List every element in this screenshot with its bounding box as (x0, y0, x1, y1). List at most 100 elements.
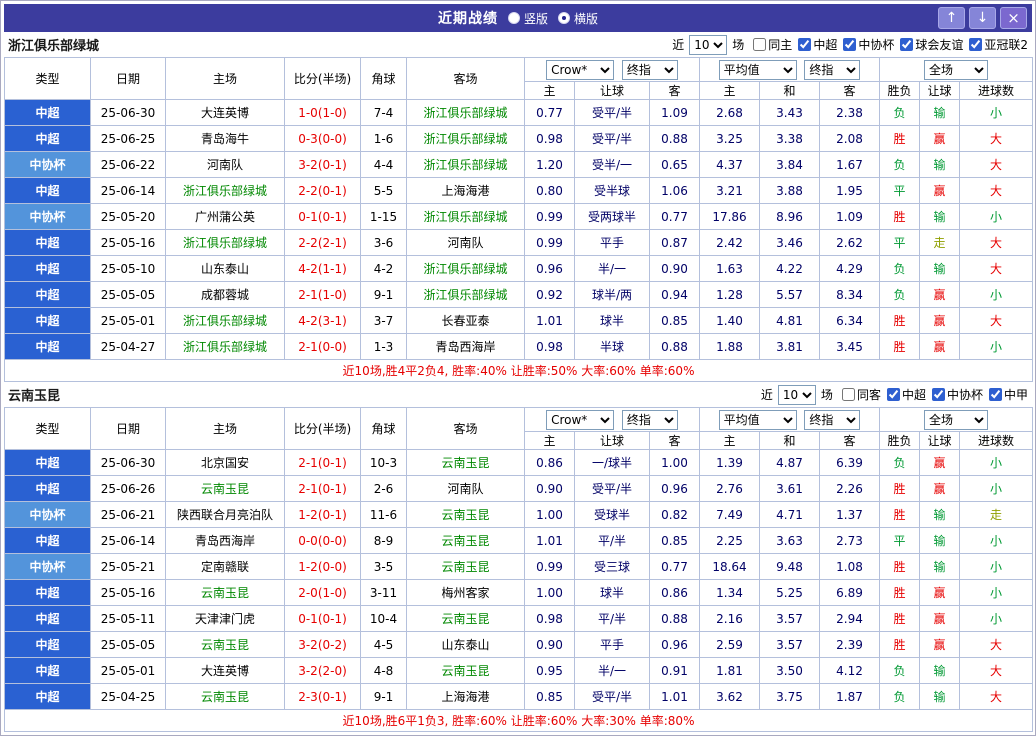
handicap-odds-header: Crow* 终指 (524, 57, 700, 82)
avg-odds-draw: 3.81 (759, 333, 820, 360)
scope-select[interactable]: 全场 (924, 409, 989, 430)
results-table: 类型 日期 主场 比分(半场) 角球 客场 Crow* 终指 平均值 终指 全场 (3, 407, 1034, 732)
match-row: 中超 25-05-01 大连英博 3-2(2-0) 4-8 云南玉昆 0.95 半/一 0.91… (4, 657, 1034, 684)
average-select[interactable]: 平均值 (718, 409, 797, 430)
avg-odds-home: 17.86 (699, 203, 760, 230)
col-type: 类型 (4, 407, 91, 450)
corner-score: 11-6 (360, 501, 407, 528)
corner-score: 3-5 (360, 553, 407, 580)
match-row: 中协杯 25-05-21 定南赣联 1-2(0-0) 3-5 云南玉昆 0.99 受三球 0.7… (4, 553, 1034, 580)
win-draw-loss-result: 胜 (879, 605, 921, 632)
goals-result: 小 (959, 333, 1034, 360)
layout-option-vertical[interactable]: 竖版 (507, 10, 548, 27)
scope-select[interactable]: 全场 (924, 59, 989, 80)
handicap-line: 受两球半 (574, 203, 650, 230)
checkbox-label: 亚冠联2 (984, 37, 1028, 52)
checkbox-input[interactable] (988, 387, 1002, 401)
checkbox-input[interactable] (886, 387, 900, 401)
results-table: 类型 日期 主场 比分(半场) 角球 客场 Crow* 终指 平均值 终指 全场 (3, 57, 1034, 382)
checkbox-input[interactable] (798, 37, 812, 51)
win-draw-loss-result: 平 (879, 527, 921, 554)
match-row: 中超 25-05-16 浙江俱乐部绿城 2-2(2-1) 3-6 河南队 0.99 平手 0.8… (4, 229, 1034, 256)
filter-checkbox[interactable]: 中甲 (988, 386, 1028, 403)
avg-odds-away: 2.73 (818, 527, 881, 554)
filter-checkbox[interactable]: 中超 (798, 36, 837, 53)
avg-time-select[interactable]: 终指 (804, 409, 861, 430)
score: 0-1(0-1) (284, 605, 361, 632)
league-type: 中超 (4, 229, 91, 256)
score: 3-2(0-2) (284, 631, 361, 658)
match-date: 25-06-30 (90, 449, 166, 476)
handicap-odds-home: 0.95 (524, 657, 575, 684)
odds-time-select[interactable]: 终指 (621, 409, 678, 430)
away-team: 浙江俱乐部绿城 (406, 255, 525, 282)
average-select[interactable]: 平均值 (718, 59, 797, 80)
score: 2-1(0-1) (284, 475, 361, 502)
avg-time-select[interactable]: 终指 (804, 59, 861, 80)
avg-odds-home: 2.59 (699, 631, 760, 658)
bookmaker-select[interactable]: Crow* (546, 59, 615, 80)
avg-odds-away: 2.26 (818, 475, 881, 502)
handicap-odds-home: 1.00 (524, 579, 575, 606)
handicap-odds-home: 0.96 (524, 255, 575, 282)
match-row: 中超 25-05-10 山东泰山 4-2(1-1) 4-2 浙江俱乐部绿城 0.96 半/一 0… (4, 255, 1034, 282)
filter-checkbox[interactable]: 同客 (841, 386, 881, 403)
col-away: 客场 (406, 57, 525, 100)
bookmaker-select[interactable]: Crow* (546, 409, 615, 430)
checkbox-input[interactable] (841, 387, 855, 401)
checkbox-input[interactable] (931, 387, 945, 401)
avg-odds-away: 2.38 (818, 99, 881, 126)
home-team: 河南队 (165, 151, 285, 178)
checkbox-input[interactable] (843, 37, 857, 51)
handicap-line: 受平/半 (574, 99, 650, 126)
avg-odds-home: 2.16 (699, 605, 760, 632)
corner-score: 4-8 (360, 657, 407, 684)
filter-checkbox[interactable]: 中超 (886, 386, 926, 403)
subcol-line-result: 让球 (919, 81, 961, 100)
score: 1-2(0-1) (284, 501, 361, 528)
radio-label: 竖版 (523, 11, 548, 26)
avg-odds-away: 4.29 (818, 255, 881, 282)
filter-checkbox[interactable]: 亚冠联2 (969, 36, 1028, 53)
handicap-odds-away: 1.01 (649, 683, 700, 710)
move-down-button[interactable]: ↓ (969, 7, 996, 29)
titlebar-buttons: ↑ ↓ × (938, 7, 1027, 29)
handicap-odds-away: 0.65 (649, 151, 700, 178)
score: 0-0(0-0) (284, 527, 361, 554)
corner-score: 1-6 (360, 125, 407, 152)
filter-checkbox[interactable]: 中协杯 (931, 386, 983, 403)
match-row: 中协杯 25-05-20 广州蒲公英 0-1(0-1) 1-15 浙江俱乐部绿城 0.99 受… (4, 203, 1034, 230)
corner-score: 4-4 (360, 151, 407, 178)
home-team: 山东泰山 (165, 255, 285, 282)
home-team: 浙江俱乐部绿城 (165, 333, 285, 360)
away-team: 云南玉昆 (406, 553, 525, 580)
col-score: 比分(半场) (284, 57, 361, 100)
avg-odds-home: 1.28 (699, 281, 760, 308)
score: 3-2(0-1) (284, 151, 361, 178)
avg-odds-away: 1.37 (818, 501, 881, 528)
match-date: 25-04-27 (90, 333, 166, 360)
odds-time-select[interactable]: 终指 (621, 59, 678, 80)
handicap-line: 球半/两 (574, 281, 650, 308)
league-type: 中协杯 (4, 501, 91, 528)
checkbox-input[interactable] (969, 37, 983, 51)
filter-checkbox[interactable]: 球会友谊 (900, 36, 963, 53)
close-button[interactable]: × (1000, 7, 1027, 29)
handicap-odds-home: 0.90 (524, 475, 575, 502)
subcol-avg-draw: 和 (759, 431, 820, 450)
checkbox-input[interactable] (900, 37, 914, 51)
match-count-select[interactable]: 10 (777, 384, 816, 405)
checkbox-input[interactable] (753, 37, 767, 51)
avg-odds-draw: 3.57 (759, 605, 820, 632)
move-up-button[interactable]: ↑ (938, 7, 965, 29)
layout-option-horizontal[interactable]: 横版 (558, 10, 598, 27)
filter-checkbox[interactable]: 中协杯 (843, 36, 894, 53)
subcol-odds-line: 让球 (574, 81, 650, 100)
goals-result: 小 (959, 579, 1034, 606)
win-draw-loss-result: 胜 (879, 553, 921, 580)
filter-checkbox[interactable]: 同主 (753, 36, 792, 53)
match-count-select[interactable]: 10 (689, 34, 728, 55)
handicap-odds-header: Crow* 终指 (524, 407, 700, 432)
score: 4-2(1-1) (284, 255, 361, 282)
league-type: 中超 (4, 255, 91, 282)
